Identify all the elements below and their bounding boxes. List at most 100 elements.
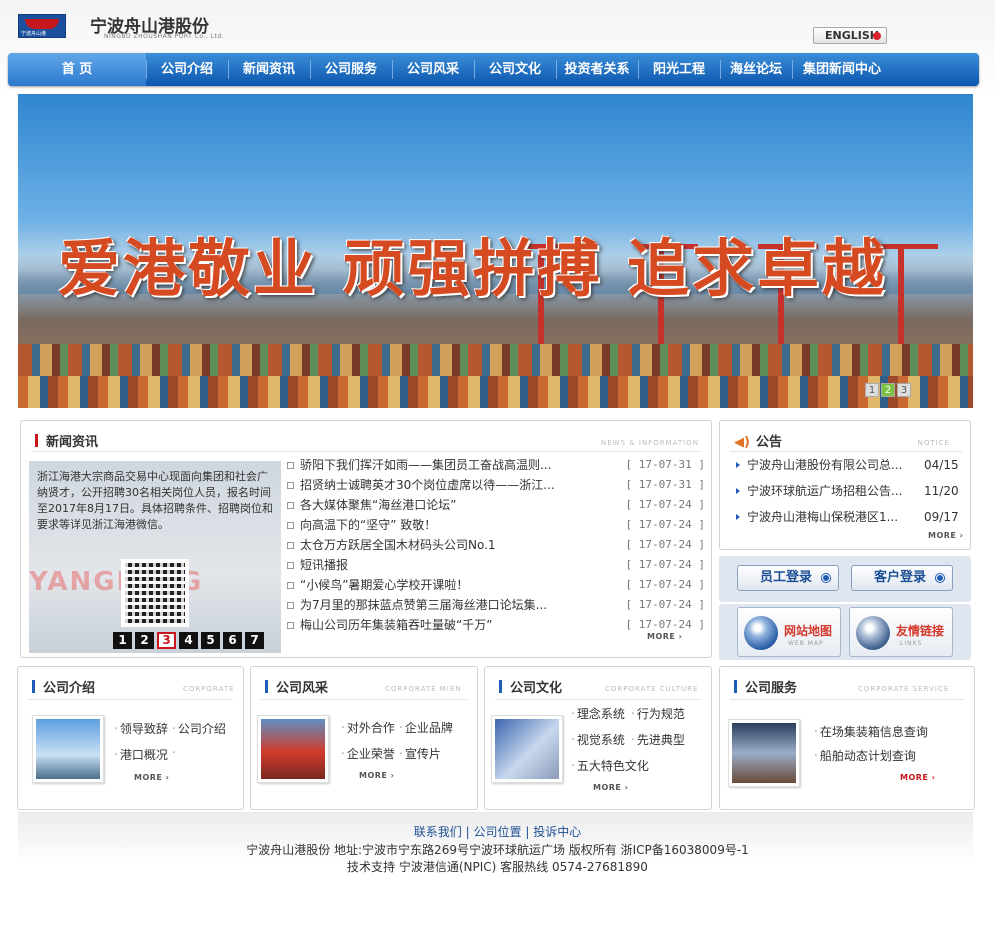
triangle-icon	[736, 514, 740, 520]
slide-dot[interactable]: 2	[881, 383, 895, 397]
culture-link[interactable]: 先进典型	[631, 731, 685, 748]
news-item[interactable]: 太仓万方跃居全国木材码头公司No.1[ 17-07-24 ]	[287, 535, 705, 555]
globe-icon	[744, 616, 778, 650]
pager-button[interactable]: 1	[113, 632, 132, 649]
service-thumbnail[interactable]	[728, 719, 800, 787]
main-nav: 首 页 公司介绍 新闻资讯 公司服务 公司风采 公司文化 投资者关系 阳光工程 …	[8, 53, 979, 86]
news-item[interactable]: “小候鸟”暑期爱心学校开课啦！[ 17-07-24 ]	[287, 575, 705, 595]
intro-link[interactable]: 领导致辞	[114, 720, 168, 737]
bullet-icon	[287, 542, 294, 549]
mien-link[interactable]: 企业品牌	[399, 719, 453, 736]
pager-button[interactable]: 2	[135, 632, 154, 649]
company-logo[interactable]: 宁波舟山港	[18, 14, 66, 38]
nav-item-group-news[interactable]: 集团新闻中心	[792, 53, 892, 86]
mien-link[interactable]: 对外合作	[341, 719, 395, 736]
image-pager: 1234567	[113, 632, 267, 649]
culture-more-link[interactable]: MORE ›	[593, 783, 628, 792]
nav-item-news[interactable]: 新闻资讯	[228, 53, 310, 86]
crane-thumbnail[interactable]	[257, 715, 329, 783]
slide-dot[interactable]: 1	[865, 383, 879, 397]
contact-link[interactable]: 联系我们	[414, 825, 462, 839]
english-label: ENGLISH	[825, 29, 879, 42]
culture-link[interactable]: 视觉系统	[571, 731, 625, 748]
nav-item-mien[interactable]: 公司风采	[392, 53, 474, 86]
footer-address: 宁波舟山港股份 地址:宁波市宁东路269号宁波环球航运广场 版权所有 浙ICP备…	[246, 843, 749, 857]
divider	[31, 451, 701, 452]
bullet-icon	[287, 522, 294, 529]
intro-panel: 公司介绍 CORPORATE 领导致辞 公司介绍 港口概况 MORE ›	[17, 666, 244, 810]
intro-link[interactable]	[172, 746, 178, 760]
complaint-link[interactable]: 投诉中心	[533, 825, 581, 839]
news-title: 新闻资讯	[35, 431, 98, 450]
mien-title-en: CORPORATE MIEN	[385, 685, 462, 693]
intro-more-link[interactable]: MORE ›	[134, 773, 169, 782]
divider	[28, 699, 233, 700]
culture-link[interactable]: 理念系统	[571, 705, 625, 722]
news-image-slider[interactable]: 浙江海港大宗商品交易中心现面向集团和社会广纳贤才，公开招聘30名相关岗位人员，报…	[29, 461, 281, 653]
nav-item-home[interactable]: 首 页	[8, 53, 146, 86]
friend-links-button[interactable]: 友情链接 LINKS	[849, 607, 953, 657]
footer-support: 技术支持 宁波港信通(NPIC) 客服热线 0574-27681890	[347, 860, 648, 874]
bullet-icon	[287, 622, 294, 629]
news-item[interactable]: 向高温下的“坚守” 致敬！[ 17-07-24 ]	[287, 515, 705, 535]
news-item[interactable]: 为7月里的那抹蓝点赞第三届海丝港口论坛集...[ 17-07-24 ]	[287, 595, 705, 615]
nav-item-company-intro[interactable]: 公司介绍	[146, 53, 228, 86]
nav-item-forum[interactable]: 海丝论坛	[720, 53, 792, 86]
intro-link[interactable]: 公司介绍	[172, 720, 226, 737]
mien-more-link[interactable]: MORE ›	[359, 771, 394, 780]
intro-title: 公司介绍	[32, 677, 95, 696]
pager-button[interactable]: 4	[179, 632, 198, 649]
news-item[interactable]: 梅山公司历年集装箱吞吐量破“千万”[ 17-07-24 ]	[287, 615, 705, 635]
culture-link[interactable]: 五大特色文化	[571, 757, 649, 774]
news-item[interactable]: 短讯播报[ 17-07-24 ]	[287, 555, 705, 575]
pager-button[interactable]: 6	[223, 632, 242, 649]
nav-item-sunshine[interactable]: 阳光工程	[638, 53, 720, 86]
notice-item[interactable]: 宁波舟山港股份有限公司总... 04/15	[736, 455, 959, 475]
pager-button[interactable]: 7	[245, 632, 264, 649]
bullet-icon	[287, 462, 294, 469]
nav-item-investor[interactable]: 投资者关系	[556, 53, 638, 86]
notice-item[interactable]: 宁波舟山港梅山保税港区1... 09/17	[736, 507, 959, 527]
mien-link[interactable]: 企业荣誉	[341, 745, 395, 762]
pager-button[interactable]: 3	[157, 632, 176, 649]
divider	[261, 699, 467, 700]
news-item[interactable]: 各大媒体聚焦“海丝港口论坛”[ 17-07-24 ]	[287, 495, 705, 515]
nav-item-services[interactable]: 公司服务	[310, 53, 392, 86]
service-link[interactable]: 船舶动态计划查询	[814, 747, 916, 764]
bullet-icon	[287, 482, 294, 489]
service-link[interactable]: 在场集装箱信息查询	[814, 723, 928, 740]
culture-link[interactable]: 行为规范	[631, 705, 685, 722]
notice-panel: ◀) 公告 NOTICE 宁波舟山港股份有限公司总... 04/15 宁波环球航运广…	[719, 420, 971, 550]
login-area: 员工登录 客户登录	[719, 556, 971, 602]
culture-thumbnail[interactable]	[491, 715, 563, 783]
banner-slogan: 爱港敬业 顽强拼搏 追求卓越	[58, 232, 888, 305]
news-item[interactable]: 骄阳下我们挥汗如雨——集团员工奋战高温则...[ 17-07-31 ]	[287, 455, 705, 475]
people-icon	[856, 616, 890, 650]
slide-dot[interactable]: 3	[897, 383, 911, 397]
notice-more-link[interactable]: MORE ›	[928, 531, 963, 540]
service-title-en: CORPORATE SERVICE	[858, 685, 950, 693]
service-more-link[interactable]: MORE ›	[900, 773, 935, 782]
intro-title-en: CORPORATE	[183, 685, 235, 693]
news-more-link[interactable]: MORE ›	[647, 632, 682, 641]
client-login-button[interactable]: 客户登录	[851, 565, 953, 591]
triangle-icon	[736, 462, 740, 468]
intro-link[interactable]: 港口概况	[114, 746, 168, 763]
mien-link[interactable]: 宣传片	[399, 745, 441, 762]
building-thumbnail[interactable]	[32, 715, 104, 783]
sitemap-button[interactable]: 网站地图 WEB MAP	[737, 607, 841, 657]
english-button[interactable]: ENGLISH	[813, 27, 887, 44]
pager-button[interactable]: 5	[201, 632, 220, 649]
news-panel: 新闻资讯 NEWS & INFORMATION 浙江海港大宗商品交易中心现面向集…	[20, 420, 712, 658]
brand-name-en: NINGBO ZHOUSHAN PORT Co., Ltd.	[104, 33, 225, 40]
staff-login-button[interactable]: 员工登录	[737, 565, 839, 591]
divider	[495, 699, 701, 700]
hero-banner[interactable]: 爱港敬业 顽强拼搏 追求卓越 123	[18, 94, 973, 408]
nav-item-culture[interactable]: 公司文化	[474, 53, 556, 86]
crane-shape	[898, 244, 904, 354]
notice-title: ◀) 公告	[734, 435, 782, 450]
notice-item[interactable]: 宁波环球航运广场招租公告... 11/20	[736, 481, 959, 501]
divider	[730, 699, 964, 700]
news-item[interactable]: 招贤纳士诚聘英才30个岗位虚席以待——浙江...[ 17-07-31 ]	[287, 475, 705, 495]
location-link[interactable]: 公司位置	[473, 825, 521, 839]
